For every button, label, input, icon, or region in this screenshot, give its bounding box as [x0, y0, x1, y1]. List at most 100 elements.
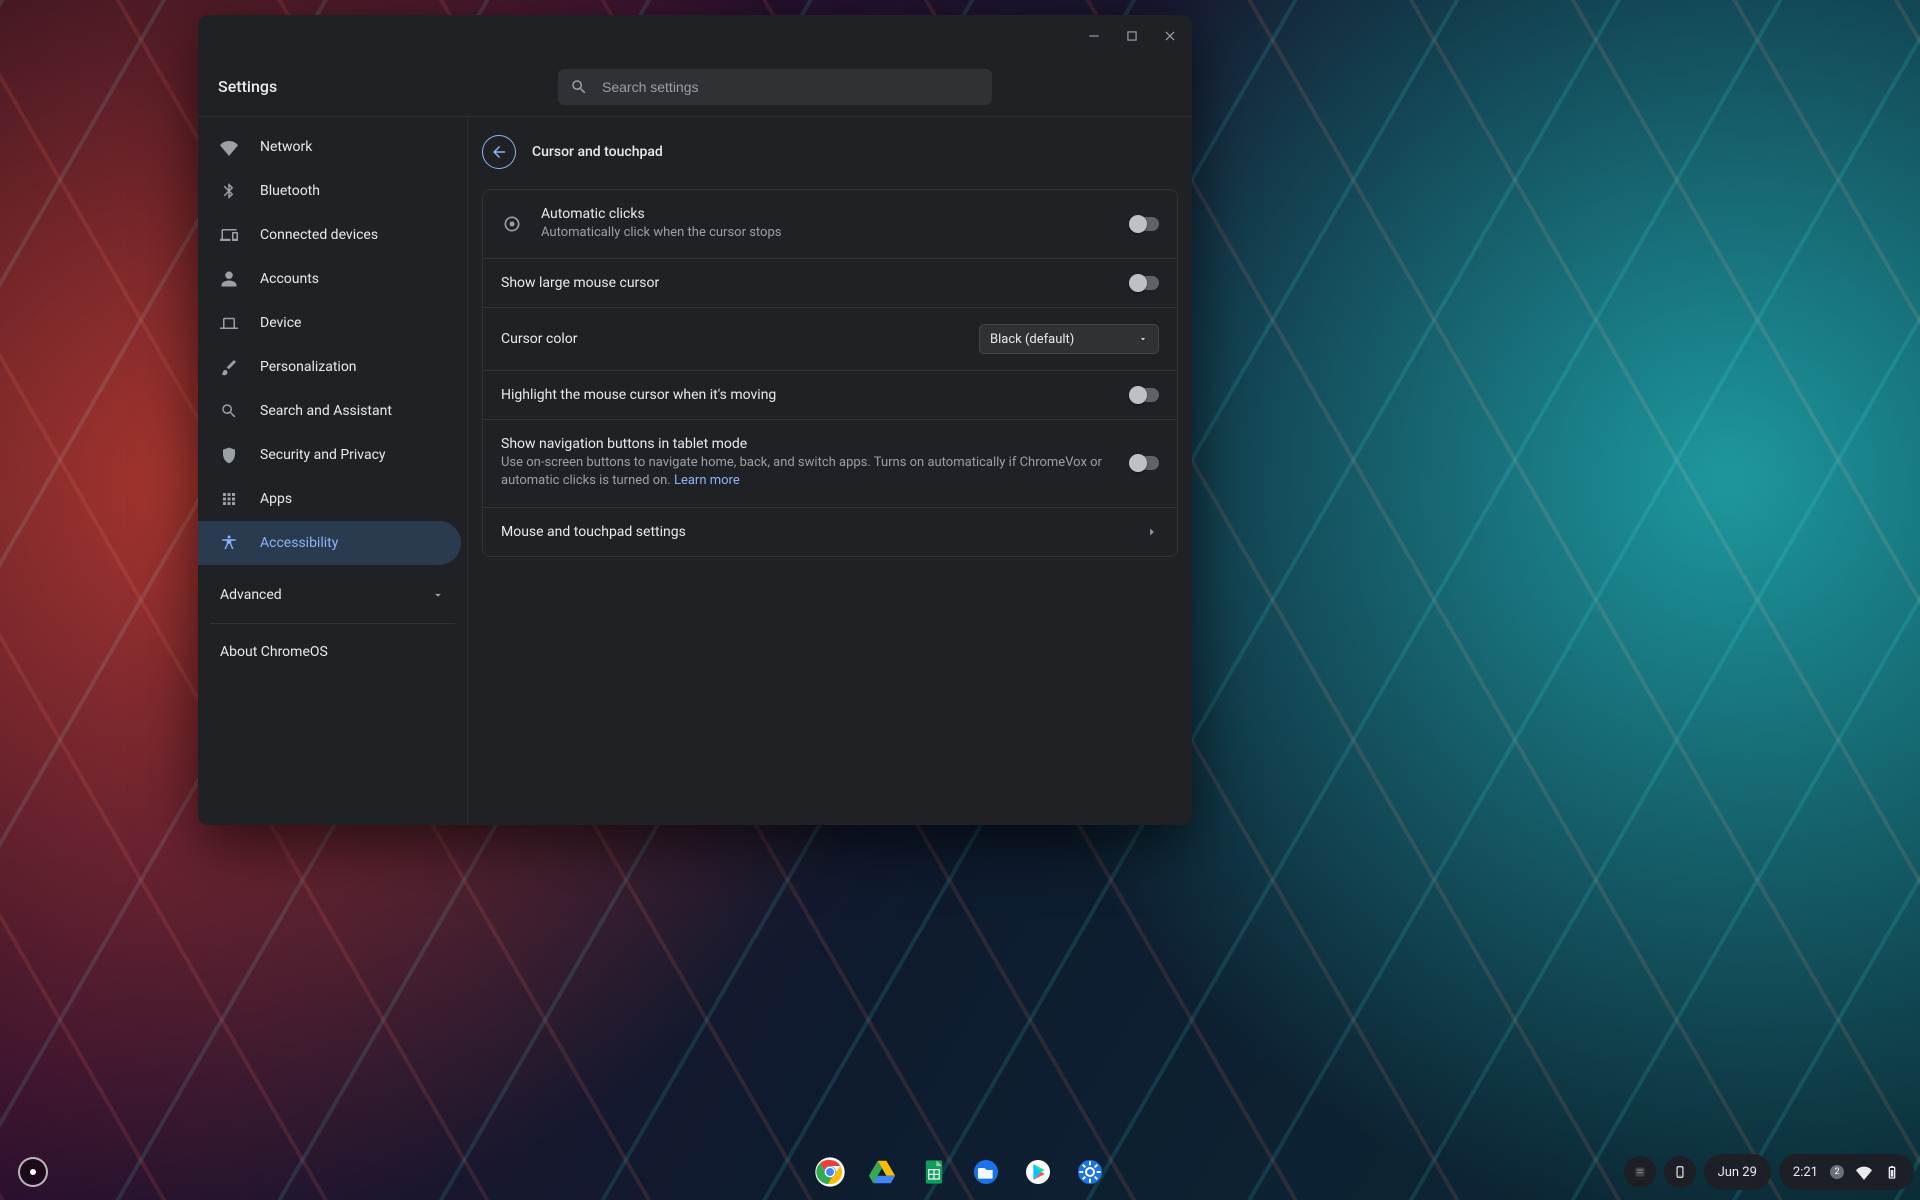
row-title: Show navigation buttons in tablet mode — [501, 436, 1129, 452]
sidebar-divider — [210, 623, 455, 624]
wifi-status-icon — [1856, 1164, 1872, 1180]
recent-app-icon — [1632, 1164, 1648, 1180]
drive-icon — [867, 1157, 897, 1187]
shelf-app-files[interactable] — [970, 1156, 1002, 1188]
row-nav-buttons: Show navigation buttons in tablet mode U… — [483, 419, 1177, 506]
window-close-button[interactable] — [1158, 24, 1182, 48]
tray-date[interactable]: Jun 29 — [1704, 1154, 1771, 1190]
nav-buttons-toggle[interactable] — [1129, 456, 1159, 470]
dropdown-caret-icon — [1138, 334, 1148, 344]
shield-icon — [220, 446, 238, 464]
sidebar-item-label: Bluetooth — [260, 183, 320, 199]
date-label: Jun 29 — [1718, 1165, 1757, 1180]
sidebar-item-personalization[interactable]: Personalization — [198, 345, 461, 389]
shelf-app-play-store[interactable] — [1022, 1156, 1054, 1188]
row-highlight-cursor: Highlight the mouse cursor when it's mov… — [483, 370, 1177, 419]
back-button[interactable] — [482, 135, 516, 169]
sidebar-item-label: Accounts — [260, 271, 319, 287]
row-title: Automatic clicks — [541, 206, 1129, 222]
chevron-down-icon — [431, 588, 445, 602]
system-tray: Jun 29 2:21 2 — [1624, 1154, 1914, 1190]
tray-recent-app[interactable] — [1624, 1156, 1656, 1188]
wifi-icon — [220, 138, 238, 156]
tray-status-area[interactable]: 2:21 2 — [1779, 1154, 1914, 1190]
sidebar-item-apps[interactable]: Apps — [198, 477, 461, 521]
settings-card: Automatic clicks Automatically click whe… — [482, 189, 1178, 557]
sidebar-item-label: About ChromeOS — [220, 644, 328, 660]
large-cursor-toggle[interactable] — [1129, 276, 1159, 290]
sidebar-item-connected-devices[interactable]: Connected devices — [198, 213, 461, 257]
sidebar-item-network[interactable]: Network — [198, 125, 461, 169]
files-icon — [970, 1156, 1002, 1188]
phone-icon — [1673, 1164, 1687, 1180]
row-mouse-touchpad-settings[interactable]: Mouse and touchpad settings — [483, 507, 1177, 556]
search-nav-icon — [220, 402, 238, 420]
section-title: Cursor and touchpad — [532, 144, 663, 160]
sidebar-item-label: Device — [260, 315, 301, 331]
sidebar-item-search-assistant[interactable]: Search and Assistant — [198, 389, 461, 433]
sidebar-item-label: Connected devices — [260, 227, 378, 243]
row-title: Mouse and touchpad settings — [501, 524, 1145, 540]
highlight-cursor-toggle[interactable] — [1129, 388, 1159, 402]
sidebar-item-accessibility[interactable]: Accessibility — [198, 521, 461, 565]
launcher-button[interactable] — [18, 1157, 48, 1187]
minimize-icon — [1087, 29, 1101, 43]
settings-content: Cursor and touchpad Automatic clicks Aut… — [468, 117, 1192, 825]
maximize-icon — [1125, 29, 1139, 43]
launcher-dot-icon — [30, 1169, 36, 1175]
notification-badge: 2 — [1830, 1165, 1844, 1179]
advanced-label: Advanced — [220, 587, 282, 603]
settings-app-icon — [1074, 1156, 1106, 1188]
shelf: Jun 29 2:21 2 — [0, 1144, 1920, 1200]
accessibility-icon — [220, 534, 238, 552]
sidebar-item-label: Search and Assistant — [260, 403, 392, 419]
search-box[interactable] — [558, 69, 992, 105]
row-subtitle: Automatically click when the cursor stop… — [541, 224, 1129, 242]
row-automatic-clicks: Automatic clicks Automatically click whe… — [483, 190, 1177, 258]
apps-grid-icon — [220, 490, 238, 508]
cursor-color-dropdown[interactable]: Black (default) — [979, 324, 1159, 354]
learn-more-link[interactable]: Learn more — [674, 473, 740, 488]
shelf-app-chrome[interactable] — [814, 1156, 846, 1188]
sidebar-item-security[interactable]: Security and Privacy — [198, 433, 461, 477]
battery-status-icon — [1884, 1164, 1900, 1180]
window-minimize-button[interactable] — [1082, 24, 1106, 48]
row-subtitle: Use on-screen buttons to navigate home, … — [501, 454, 1129, 490]
time-label: 2:21 — [1793, 1165, 1818, 1180]
arrow-back-icon — [490, 143, 508, 161]
shelf-app-sheets[interactable] — [918, 1156, 950, 1188]
search-icon — [570, 78, 588, 96]
sidebar: Network Bluetooth Connected devices Acco… — [198, 117, 468, 825]
row-title: Show large mouse cursor — [501, 275, 1129, 291]
bluetooth-icon — [220, 182, 238, 200]
tray-phone-hub[interactable] — [1664, 1156, 1696, 1188]
shelf-app-drive[interactable] — [866, 1156, 898, 1188]
sidebar-item-about[interactable]: About ChromeOS — [198, 630, 461, 674]
sidebar-item-bluetooth[interactable]: Bluetooth — [198, 169, 461, 213]
sidebar-item-device[interactable]: Device — [198, 301, 461, 345]
settings-header: Settings — [198, 57, 1192, 117]
row-cursor-color: Cursor color Black (default) — [483, 307, 1177, 370]
chevron-right-icon — [1145, 525, 1159, 539]
shelf-app-settings[interactable] — [1074, 1156, 1106, 1188]
automatic-clicks-toggle[interactable] — [1129, 217, 1159, 231]
shelf-apps — [814, 1156, 1106, 1188]
dropdown-value: Black (default) — [990, 332, 1074, 347]
sheets-icon — [920, 1158, 948, 1186]
settings-window: Settings Network Bluetooth Connected dev — [198, 15, 1192, 825]
sidebar-item-label: Accessibility — [260, 535, 338, 551]
window-titlebar — [198, 15, 1192, 57]
desktop-wallpaper: Settings Network Bluetooth Connected dev — [0, 0, 1920, 1200]
close-icon — [1163, 29, 1177, 43]
sidebar-advanced-toggle[interactable]: Advanced — [198, 573, 467, 617]
sidebar-item-label: Apps — [260, 491, 292, 507]
window-maximize-button[interactable] — [1120, 24, 1144, 48]
app-title: Settings — [218, 77, 518, 96]
row-title: Cursor color — [501, 331, 979, 347]
search-input[interactable] — [602, 79, 980, 95]
sidebar-item-label: Security and Privacy — [260, 447, 386, 463]
devices-icon — [220, 226, 238, 244]
sidebar-item-label: Network — [260, 139, 312, 155]
row-title: Highlight the mouse cursor when it's mov… — [501, 387, 1129, 403]
sidebar-item-accounts[interactable]: Accounts — [198, 257, 461, 301]
